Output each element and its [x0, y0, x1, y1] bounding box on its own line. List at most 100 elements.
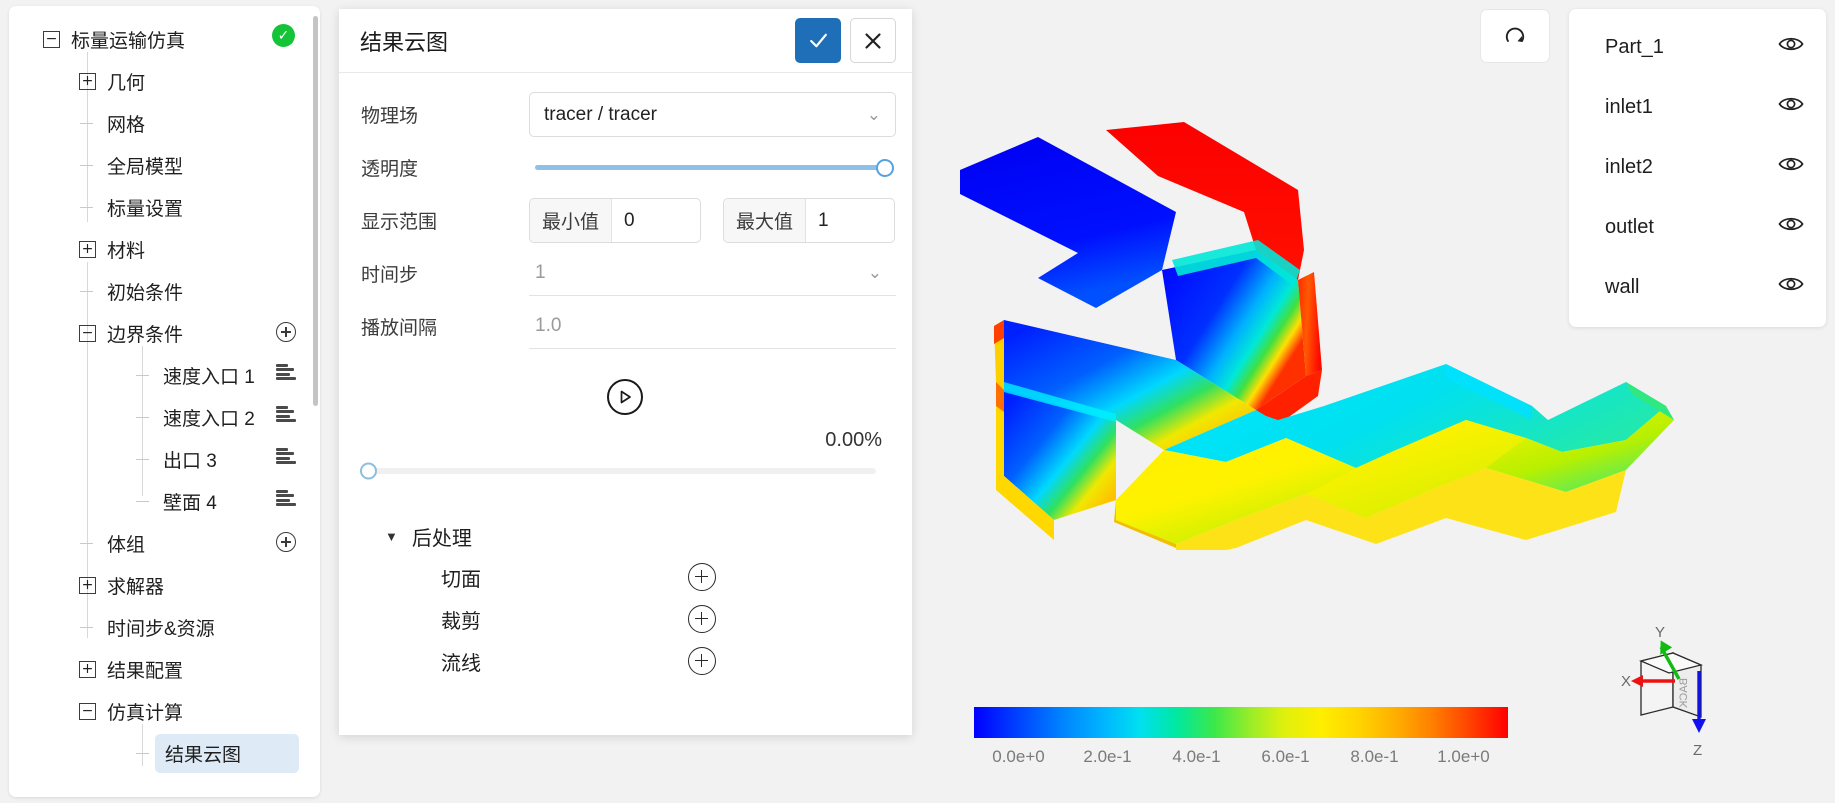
menu-icon — [276, 448, 296, 464]
tree-item-4[interactable]: 标量设置 — [9, 186, 320, 228]
color-legend-gradient — [974, 707, 1508, 738]
part-row[interactable]: outlet — [1569, 197, 1826, 257]
tree-item-7[interactable]: − 边界条件 — [9, 312, 320, 354]
collapse-icon[interactable]: − — [43, 30, 60, 48]
item-menu-button[interactable] — [276, 406, 298, 428]
play-icon — [620, 390, 631, 404]
tree-branch-line — [135, 409, 152, 426]
tree-item-10[interactable]: 出口 3 — [9, 438, 320, 480]
tree-branch-line — [79, 115, 96, 132]
tree-item-root[interactable]: − 标量运输仿真 — [9, 18, 320, 60]
parts-panel: Part_1 inlet1 inlet2 outlet wall — [1569, 9, 1826, 327]
collapse-icon[interactable]: − — [79, 324, 96, 342]
reset-view-button[interactable] — [1480, 9, 1550, 63]
part-row[interactable]: Part_1 — [1569, 17, 1826, 77]
expand-icon[interactable]: + — [79, 72, 96, 90]
tree-branch-line — [135, 367, 152, 384]
color-legend-tick: 1.0e+0 — [1437, 747, 1490, 766]
close-icon — [865, 32, 881, 49]
orientation-axes-widget[interactable]: BACK X Y Z — [1607, 621, 1747, 771]
playback-progress-handle[interactable] — [360, 462, 377, 480]
parts-list: Part_1 inlet1 inlet2 outlet wall — [1569, 17, 1826, 317]
tree-item-label: 标量设置 — [107, 198, 184, 220]
axis-x-label: X — [1621, 673, 1631, 690]
result-contour-dialog: 结果云图 物理场 tracer / tracer ⌄ 透明度 显示范围 最小值 … — [339, 9, 912, 735]
tree-branch-line — [79, 535, 96, 552]
tree-item-label: 体组 — [107, 534, 146, 556]
item-menu-button[interactable] — [276, 448, 298, 470]
dialog-header: 结果云图 — [339, 9, 912, 73]
item-menu-button[interactable] — [276, 490, 298, 512]
dialog-body: 物理场 tracer / tracer ⌄ 透明度 显示范围 最小值 0 最大值… — [339, 73, 912, 735]
opacity-slider-handle[interactable] — [876, 158, 894, 177]
post-processing-item: 流线 — [385, 640, 896, 682]
dialog-title: 结果云图 — [360, 29, 449, 55]
tree-item-14[interactable]: 时间步&资源 — [9, 606, 320, 648]
axis-y-label: Y — [1655, 624, 1665, 641]
tree-item-11[interactable]: 壁面 4 — [9, 480, 320, 522]
physics-field-select[interactable]: tracer / tracer ⌄ — [529, 92, 896, 137]
plus-circle-icon[interactable] — [688, 647, 716, 675]
tree-item-17[interactable]: 结果云图 — [9, 732, 320, 774]
post-item-label: 切面 — [441, 568, 481, 591]
eye-icon[interactable] — [1778, 35, 1804, 59]
tree-item-15[interactable]: + 结果配置 — [9, 648, 320, 690]
tree-item-label: 壁面 4 — [163, 492, 217, 514]
confirm-button[interactable] — [795, 18, 841, 63]
eye-icon[interactable] — [1778, 215, 1804, 239]
field-row-interval: 播放间隔 1.0 — [353, 300, 896, 353]
min-value-input[interactable]: 0 — [612, 199, 700, 242]
eye-icon[interactable] — [1778, 95, 1804, 119]
tree-item-13[interactable]: + 求解器 — [9, 564, 320, 606]
part-row[interactable]: wall — [1569, 257, 1826, 317]
color-legend: 0.0e+0 2.0e-1 4.0e-1 6.0e-1 8.0e-1 1.0e+0 — [974, 707, 1508, 767]
tree-item-12[interactable]: 体组 — [9, 522, 320, 564]
field-row-timestep: 时间步 1 ⌄ — [353, 247, 896, 300]
plus-circle-icon[interactable] — [688, 605, 716, 633]
color-legend-tick: 4.0e-1 — [1172, 747, 1221, 766]
expand-icon[interactable]: + — [79, 660, 96, 678]
tree-item-1[interactable]: + 几何 — [9, 60, 320, 102]
menu-icon — [276, 406, 296, 422]
tree-branch-line — [135, 451, 152, 468]
expand-icon[interactable]: + — [79, 240, 96, 258]
tree-item-3[interactable]: 全局模型 — [9, 144, 320, 186]
tree-item-8[interactable]: 速度入口 1 — [9, 354, 320, 396]
tree-item-2[interactable]: 网格 — [9, 102, 320, 144]
tree-items: + 几何 网格 全局模型标量设置 + 材料初始条件 − 边界条件 速度入口 1 速度入口 2 出口 … — [9, 60, 320, 774]
tree-item-9[interactable]: 速度入口 2 — [9, 396, 320, 438]
post-processing-header[interactable]: ▼ 后处理 — [385, 516, 896, 556]
play-interval-input[interactable]: 1.0 — [529, 304, 896, 349]
physics-field-value: tracer / tracer — [544, 103, 657, 125]
part-row[interactable]: inlet1 — [1569, 77, 1826, 137]
cancel-button[interactable] — [850, 18, 896, 63]
post-processing-item: 裁剪 — [385, 598, 896, 640]
opacity-slider[interactable] — [535, 158, 894, 177]
playback-progress-slider[interactable] — [360, 462, 876, 480]
color-legend-ticks: 0.0e+0 2.0e-1 4.0e-1 6.0e-1 8.0e-1 1.0e+0 — [974, 747, 1508, 767]
add-item-button[interactable] — [276, 322, 298, 344]
eye-icon[interactable] — [1778, 275, 1804, 299]
field-row-range: 显示范围 最小值 0 最大值 1 — [353, 194, 896, 247]
max-value-field[interactable]: 最大值 1 — [723, 198, 896, 243]
part-label: inlet1 — [1605, 95, 1653, 118]
tree-item-label: 初始条件 — [107, 282, 184, 304]
item-menu-button[interactable] — [276, 364, 298, 386]
max-value-input[interactable]: 1 — [806, 199, 894, 242]
min-value-field[interactable]: 最小值 0 — [529, 198, 702, 243]
play-button[interactable] — [606, 379, 643, 415]
tree-item-5[interactable]: + 材料 — [9, 228, 320, 270]
part-row[interactable]: inlet2 — [1569, 137, 1826, 197]
timestep-select[interactable]: 1 ⌄ — [529, 251, 896, 296]
collapse-icon[interactable]: − — [79, 702, 96, 720]
reset-view-icon — [1505, 27, 1525, 42]
tree-item-16[interactable]: − 仿真计算 — [9, 690, 320, 732]
tree-item-6[interactable]: 初始条件 — [9, 270, 320, 312]
field-row-physics: 物理场 tracer / tracer ⌄ — [353, 88, 896, 141]
plus-circle-icon[interactable] — [688, 563, 716, 591]
expand-icon[interactable]: + — [79, 576, 96, 594]
eye-icon[interactable] — [1778, 155, 1804, 179]
add-item-button[interactable] — [276, 532, 298, 554]
max-value-tag: 最大值 — [724, 199, 807, 242]
tree-item-label: 求解器 — [107, 576, 165, 598]
